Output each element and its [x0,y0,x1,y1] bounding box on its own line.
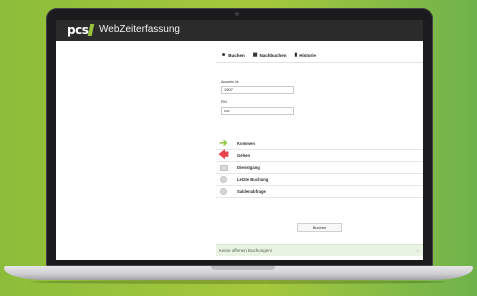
tab-nachbuchen[interactable]: ▦ Nachbuchen [253,49,287,61]
action-saldenabfrage[interactable]: Saldenabfrage [216,186,423,198]
camera-icon [235,12,239,16]
calendar-icon: ▦ [252,52,258,58]
logo-mark-icon [88,24,95,36]
tab-label: Nachbuchen [259,52,287,58]
arrow-left-icon: 🡄 [218,150,229,161]
close-icon[interactable]: × [417,245,419,256]
history-icon: ▮ [294,52,298,58]
pin-input[interactable]: •••• [221,107,294,115]
action-label: Letzte Buchung [237,177,269,182]
tab-historie[interactable]: ▮ Historie [295,49,317,61]
ausweis-label: Ausweis Nr. [221,80,240,84]
tab-label: Buchen [228,52,245,58]
laptop-notch [211,266,275,270]
status-text: Keine offenen Buchungen! [219,248,272,253]
action-label: Dienstgang [237,165,260,170]
booking-panel: ☻ Buchen ▦ Nachbuchen ▮ Historie Ausweis… [216,41,423,260]
person-icon: ☻ [221,52,227,58]
pin-label: PIN [221,100,227,104]
ausweis-input[interactable]: 1907 [221,86,294,94]
action-list: ➔ Kommen 🡄 Gehen Dienstgang Letzte Buchu… [216,138,423,198]
action-gehen[interactable]: 🡄 Gehen [216,150,423,162]
action-kommen[interactable]: ➔ Kommen [216,138,423,150]
status-message: Keine offenen Buchungen! × [216,244,423,256]
action-letzte-buchung[interactable]: Letzte Buchung [216,174,423,186]
action-dienstgang[interactable]: Dienstgang [216,162,423,174]
app-title: WebZeiterfassung [99,24,180,35]
tab-label: Historie [299,52,317,58]
app-header: pcs WebZeiterfassung [56,20,423,41]
laptop-base [4,266,473,280]
action-label: Kommen [237,141,255,146]
action-label: Gehen [237,153,251,158]
clock-icon [218,175,229,184]
laptop-screen: pcs WebZeiterfassung ☻ Buchen ▦ Nachbuch… [56,20,423,260]
laptop-shadow [30,280,447,284]
tab-bar: ☻ Buchen ▦ Nachbuchen ▮ Historie [216,49,423,63]
buchen-button[interactable]: Buchen [297,223,342,232]
balance-icon [218,187,229,196]
action-label: Saldenabfrage [237,189,266,194]
laptop-lid: pcs WebZeiterfassung ☻ Buchen ▦ Nachbuch… [46,8,433,266]
briefcase-icon [218,163,229,172]
arrow-right-icon: ➔ [219,138,228,149]
logo-text: pcs [67,23,89,37]
tab-buchen[interactable]: ☻ Buchen [221,49,245,61]
pcs-logo: pcs [67,23,95,37]
